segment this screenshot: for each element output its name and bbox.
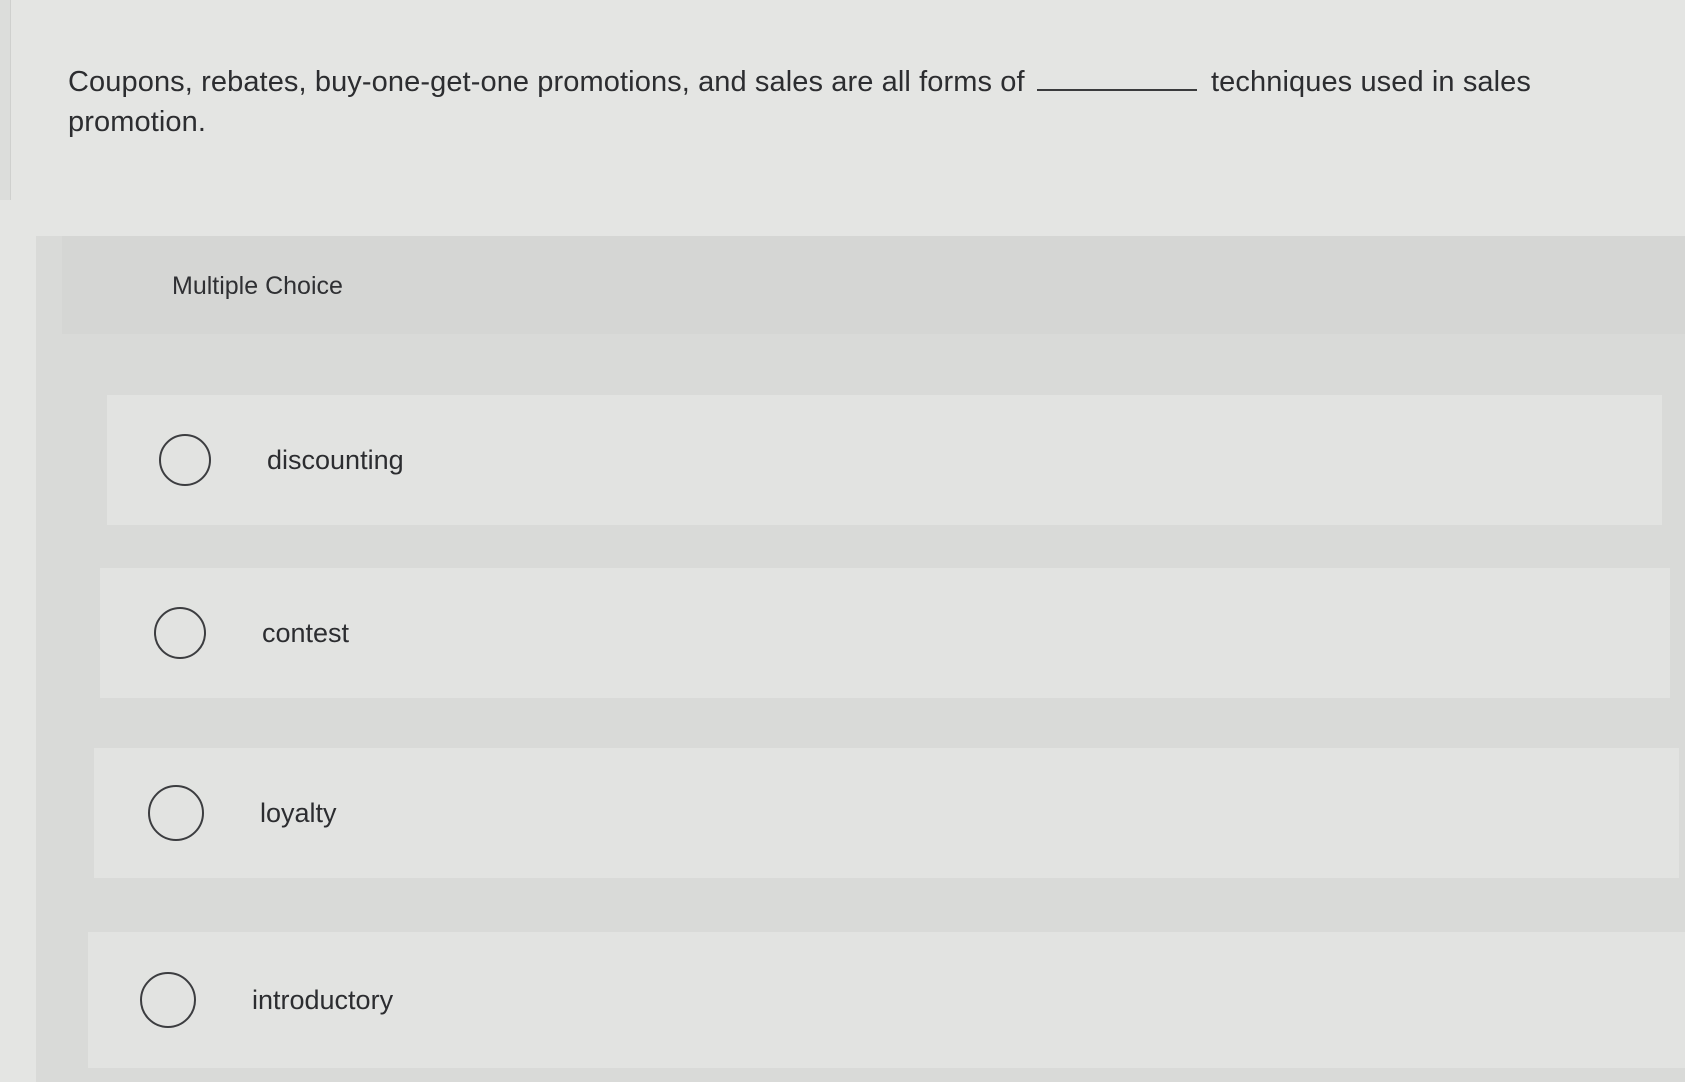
radio-button[interactable] [140,972,196,1028]
question-text-before: Coupons, rebates, buy-one-get-one promot… [68,66,1025,98]
multiple-choice-header: Multiple Choice [62,236,1685,334]
radio-button[interactable] [148,785,204,841]
option-loyalty[interactable]: loyalty [94,748,1679,878]
option-contest[interactable]: contest [100,568,1670,698]
question-text: Coupons, rebates, buy-one-get-one promot… [68,62,1608,142]
multiple-choice-title: Multiple Choice [172,272,343,300]
option-label: discounting [267,444,404,475]
radio-button[interactable] [154,607,206,659]
option-introductory[interactable]: introductory [88,932,1685,1068]
radio-button[interactable] [159,434,211,486]
option-label: loyalty [260,797,337,828]
page-edge [0,0,11,200]
option-label: introductory [252,984,394,1015]
answer-blank [1036,63,1197,91]
option-label: contest [262,617,350,648]
option-discounting[interactable]: discounting [107,395,1662,525]
